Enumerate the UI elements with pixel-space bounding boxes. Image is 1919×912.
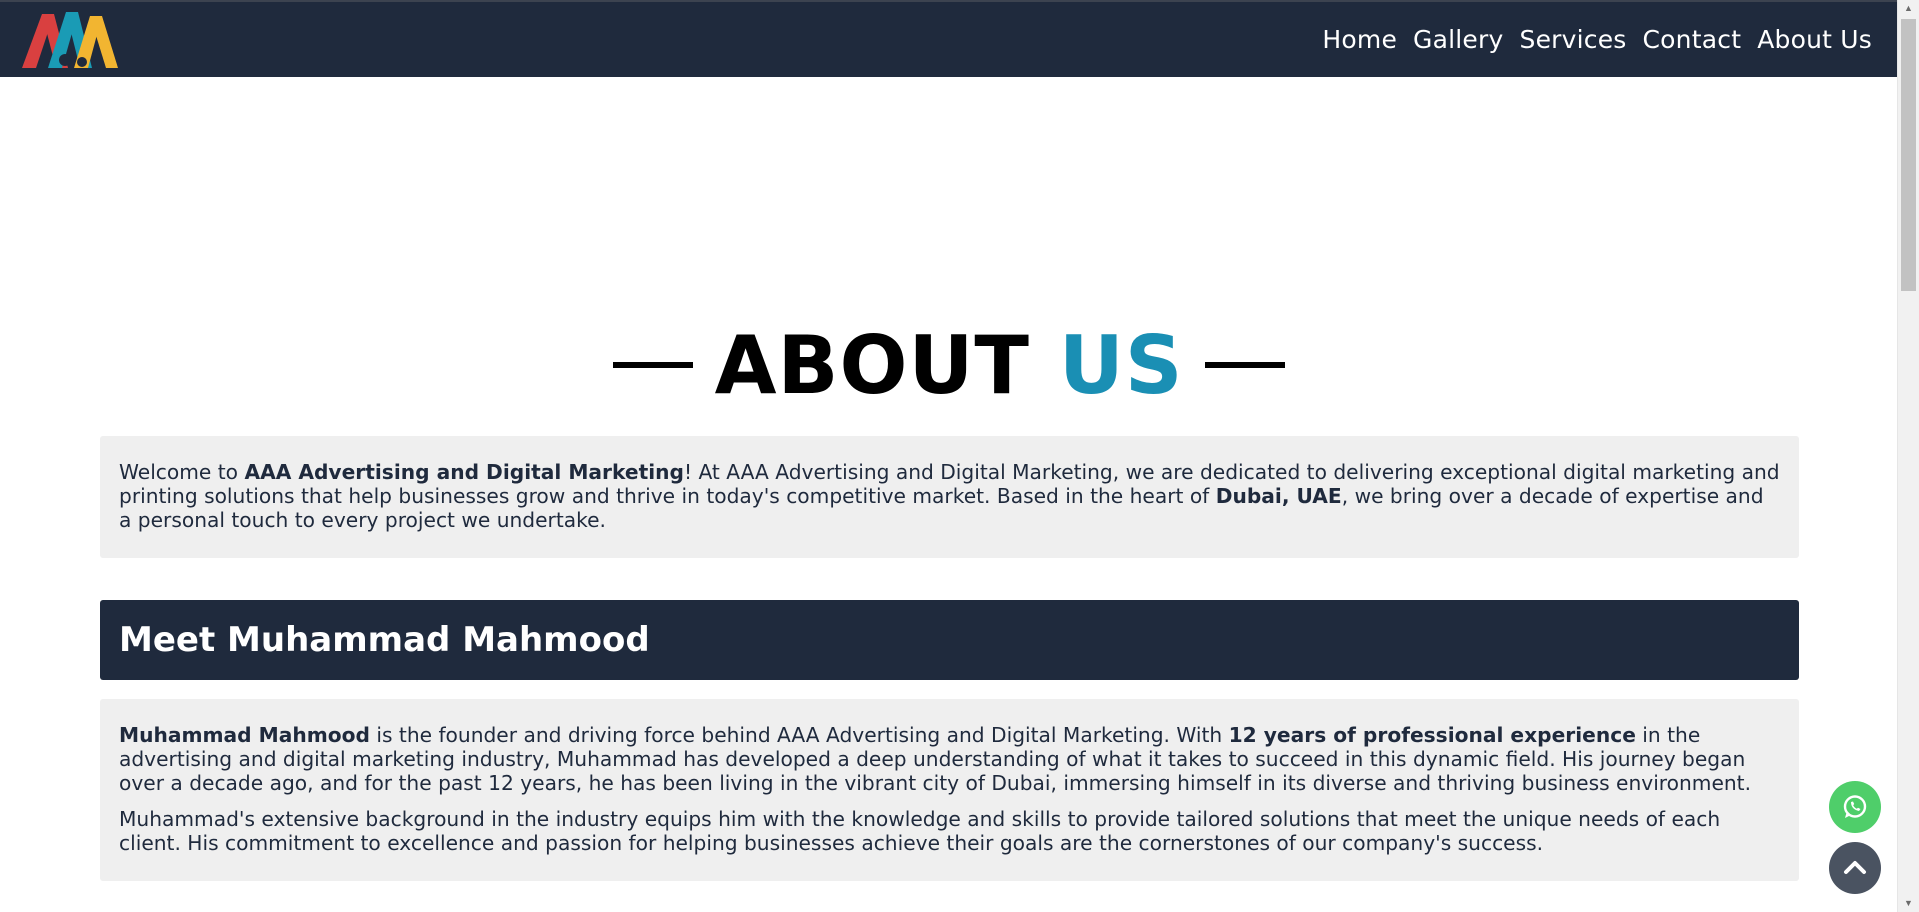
founder-name: Muhammad Mahmood: [119, 723, 370, 747]
title-main: ABOUT: [714, 318, 1030, 412]
page-title: ABOUT US: [715, 319, 1184, 412]
navbar: Home Gallery Services Contact About Us: [0, 2, 1898, 77]
whatsapp-icon: [1843, 795, 1867, 818]
nav-gallery[interactable]: Gallery: [1413, 25, 1503, 54]
intro-panel: Welcome to AAA Advertising and Digital M…: [100, 436, 1799, 558]
about-heading: ABOUT US: [0, 319, 1898, 412]
nav-services[interactable]: Services: [1520, 25, 1627, 54]
founder-section-header: Meet Muhammad Mahmood: [100, 600, 1799, 680]
page-scrollbar[interactable]: ▲ ▼: [1897, 0, 1919, 912]
main-nav: Home Gallery Services Contact About Us: [1322, 2, 1872, 77]
chevron-up-icon: [1844, 861, 1866, 874]
intro-text-1: Welcome to: [119, 460, 245, 484]
scroll-up-arrow-icon[interactable]: ▲: [1898, 0, 1919, 17]
back-to-top-button[interactable]: [1829, 842, 1881, 894]
nav-about-us[interactable]: About Us: [1757, 25, 1872, 54]
intro-text: Welcome to AAA Advertising and Digital M…: [119, 460, 1780, 532]
title-accent: US: [1058, 318, 1184, 412]
founder-experience: 12 years of professional experience: [1228, 723, 1636, 747]
nav-contact[interactable]: Contact: [1643, 25, 1742, 54]
founder-paragraph-2: Muhammad's extensive background in the i…: [119, 807, 1721, 855]
heading-rule-left: [612, 362, 693, 368]
intro-location: Dubai, UAE: [1215, 484, 1342, 508]
heading-rule-right: [1205, 362, 1286, 368]
brand-logo[interactable]: [22, 8, 122, 68]
founder-paragraph-1: Muhammad Mahmood is the founder and driv…: [119, 723, 1780, 795]
page: Home Gallery Services Contact About Us A…: [0, 0, 1919, 912]
founder-section-title: Meet Muhammad Mahmood: [119, 620, 650, 660]
whatsapp-button[interactable]: [1829, 781, 1881, 833]
nav-home[interactable]: Home: [1322, 25, 1397, 54]
founder-bio-panel: Muhammad Mahmood is the founder and driv…: [100, 699, 1799, 881]
founder-text-1: is the founder and driving force behind …: [369, 723, 1229, 747]
scroll-down-arrow-icon[interactable]: ▼: [1898, 895, 1919, 912]
intro-company-name: AAA Advertising and Digital Marketing: [244, 460, 684, 484]
scroll-thumb[interactable]: [1901, 19, 1916, 291]
